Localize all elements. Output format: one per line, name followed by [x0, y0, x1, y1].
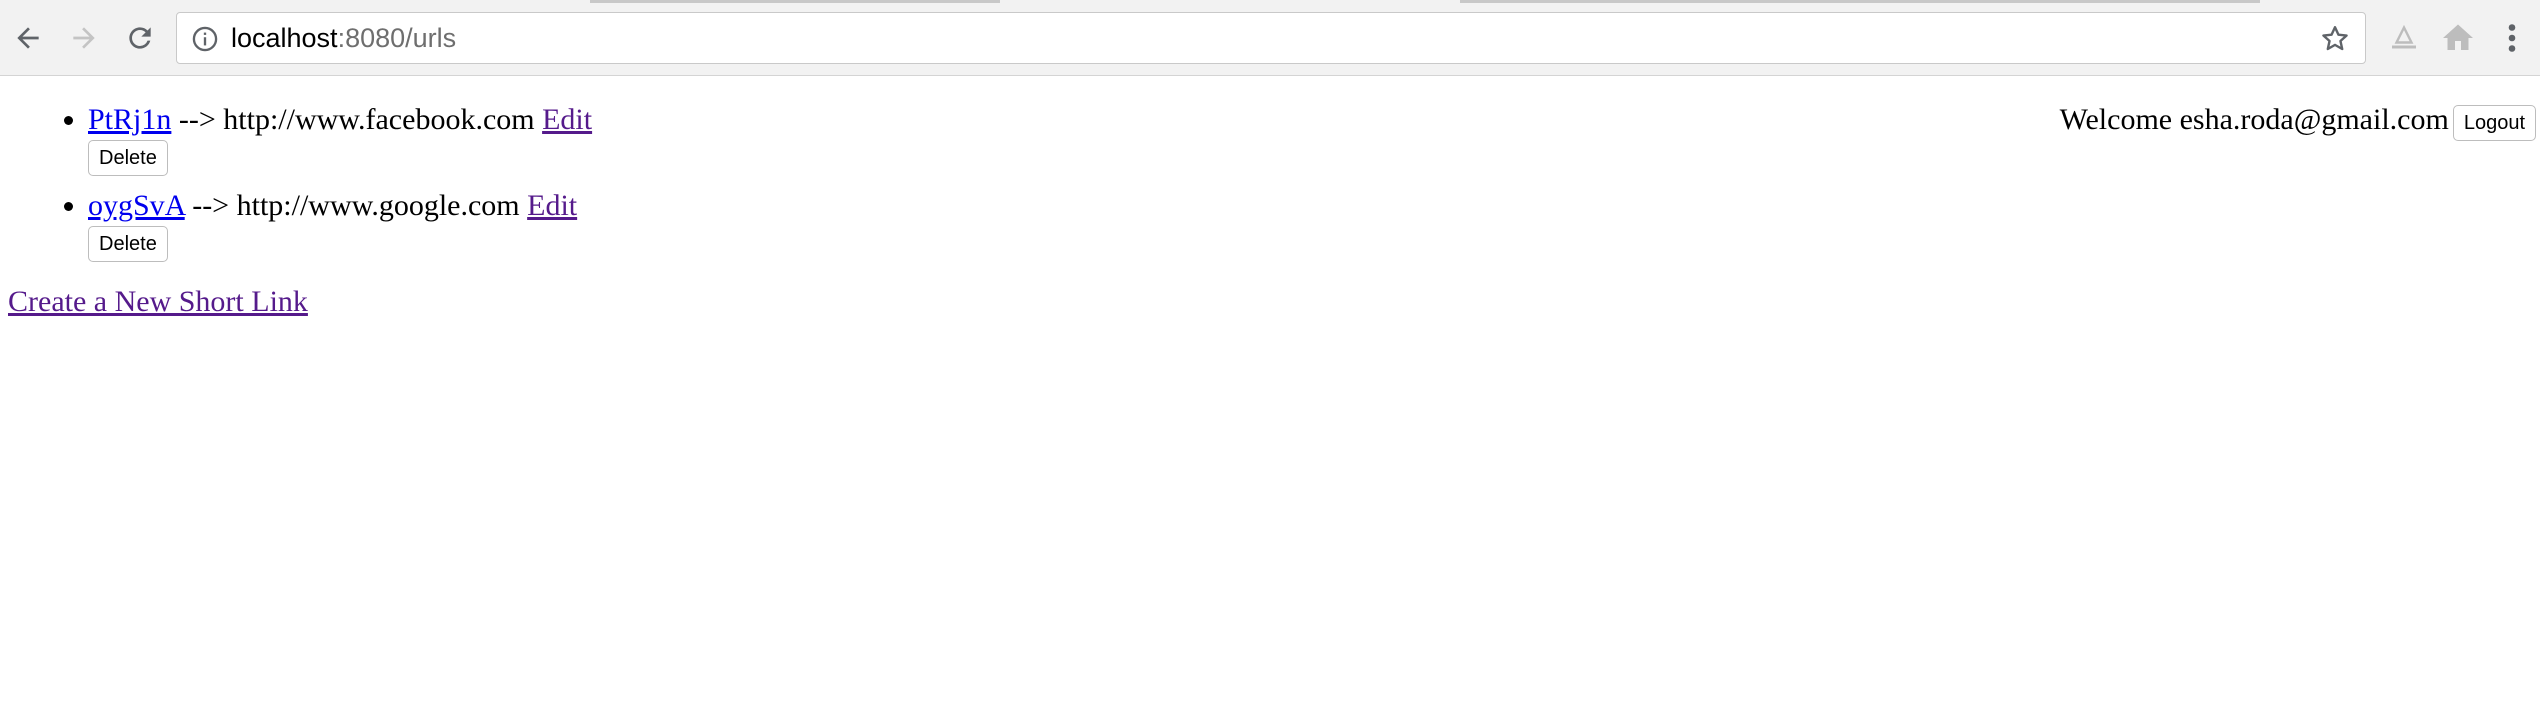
logout-button[interactable]: Logout	[2452, 105, 2536, 141]
list-item: oygSvA --> http://www.google.com Edit De…	[88, 188, 592, 262]
edit-link[interactable]: Edit	[527, 189, 577, 222]
user-header: Welcome esha.roda@gmail.com Logout	[2060, 102, 2536, 141]
tab-edge	[1460, 0, 2260, 3]
short-url-link[interactable]: oygSvA	[88, 189, 185, 222]
extension-icon[interactable]	[2386, 20, 2422, 56]
welcome-text: Welcome esha.roda@gmail.com	[2059, 103, 2449, 136]
create-short-link[interactable]: Create a New Short Link	[8, 284, 308, 320]
delete-button[interactable]: Delete	[88, 140, 168, 176]
arrow-separator: -->	[171, 103, 224, 136]
reload-icon	[129, 27, 151, 49]
page-content: PtRj1n --> http://www.facebook.com Edit …	[0, 76, 2540, 720]
url-entry: PtRj1n --> http://www.facebook.com Edit	[88, 102, 592, 138]
arrow-separator: -->	[184, 189, 237, 222]
list-item: PtRj1n --> http://www.facebook.com Edit …	[88, 102, 592, 176]
long-url-text: http://www.facebook.com	[223, 103, 535, 136]
home-icon[interactable]	[2440, 20, 2476, 56]
url-path: :8080/urls	[337, 23, 457, 53]
tab-edge	[590, 0, 1000, 3]
long-url-text: http://www.google.com	[236, 189, 520, 222]
url-list: PtRj1n --> http://www.facebook.com Edit …	[0, 102, 592, 262]
url-text[interactable]: localhost:8080/urls	[231, 13, 456, 63]
delete-button[interactable]: Delete	[88, 226, 168, 262]
url-host: localhost	[231, 23, 338, 53]
browser-toolbar: localhost:8080/urls	[0, 0, 2540, 76]
edit-link[interactable]: Edit	[542, 103, 592, 136]
forward-button[interactable]	[64, 18, 104, 58]
url-entry: oygSvA --> http://www.google.com Edit	[88, 188, 592, 224]
back-button[interactable]	[8, 18, 48, 58]
reload-button[interactable]	[120, 18, 160, 58]
short-url-link[interactable]: PtRj1n	[88, 103, 171, 136]
bookmark-star-icon[interactable]	[2319, 23, 2351, 55]
back-arrow-icon	[17, 27, 39, 49]
address-bar[interactable]: localhost:8080/urls	[176, 12, 2366, 64]
forward-arrow-icon	[73, 27, 95, 49]
info-icon[interactable]	[191, 25, 219, 53]
menu-kebab-icon[interactable]	[2500, 20, 2524, 56]
